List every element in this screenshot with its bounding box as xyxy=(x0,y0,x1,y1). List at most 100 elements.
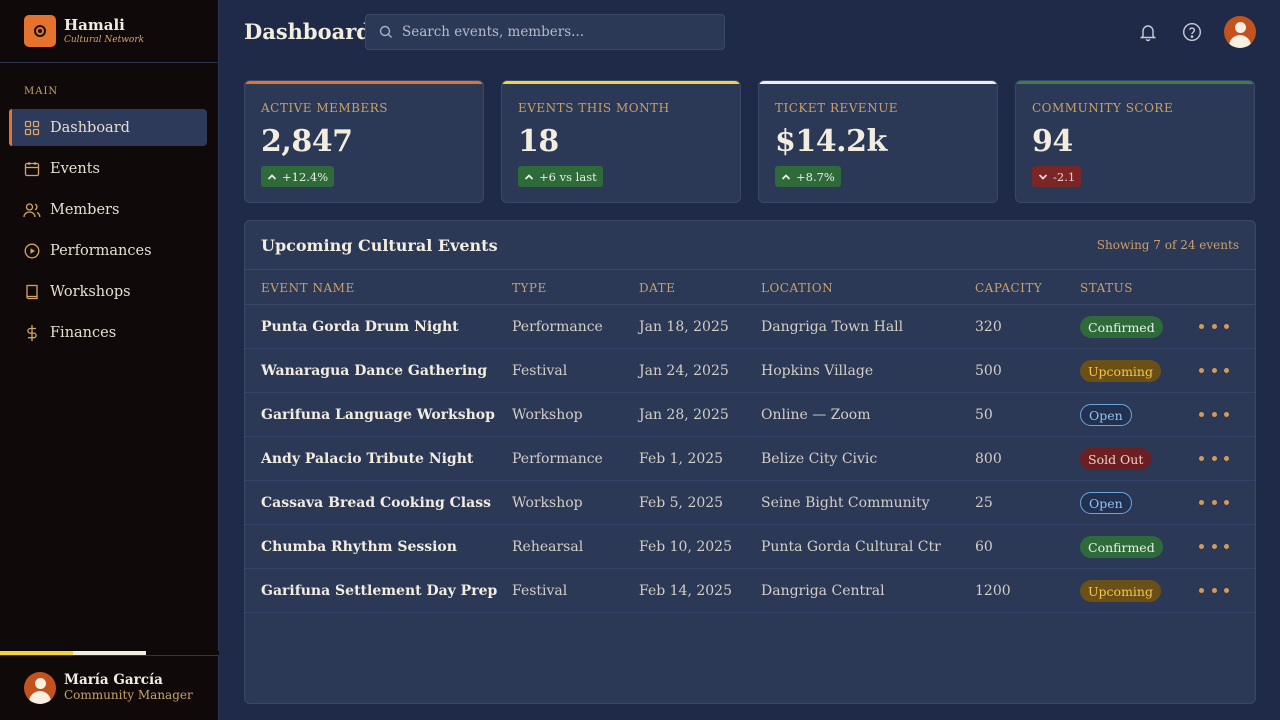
stat-value: 18 xyxy=(518,124,559,159)
stat-delta: +12.4% xyxy=(282,169,329,184)
status-badge: Open xyxy=(1080,492,1132,514)
table-row[interactable]: Andy Palacio Tribute Night Performance F… xyxy=(245,437,1255,481)
event-type: Festival xyxy=(512,583,568,599)
sidebar-item-label: Dashboard xyxy=(50,119,130,136)
sidebar-item-label: Workshops xyxy=(50,283,131,300)
status-badge: Upcoming xyxy=(1080,580,1161,602)
users-icon xyxy=(23,201,41,219)
user-name: María García xyxy=(64,672,163,689)
stat-card-active-members: Active Members 2,847 +12.4% xyxy=(244,80,484,203)
stat-delta: +8.7% xyxy=(796,169,835,184)
sidebar-item-label: Finances xyxy=(50,324,117,341)
brand[interactable]: Hamali Cultural Network xyxy=(0,0,218,63)
header-avatar[interactable] xyxy=(1224,16,1256,48)
card-accent xyxy=(502,81,740,84)
stat-delta-badge: +6 vs last xyxy=(518,166,603,187)
current-user[interactable]: María García Community Manager xyxy=(0,655,219,720)
event-capacity: 25 xyxy=(975,495,993,511)
help-icon[interactable] xyxy=(1181,21,1203,43)
status-badge: Confirmed xyxy=(1080,536,1163,558)
card-accent xyxy=(1016,81,1254,84)
more-actions-icon[interactable] xyxy=(1199,588,1229,594)
status-badge: Confirmed xyxy=(1080,316,1163,338)
event-location: Online — Zoom xyxy=(761,407,871,423)
search-bar[interactable] xyxy=(365,14,725,50)
event-capacity: 1200 xyxy=(975,583,1011,599)
more-actions-icon[interactable] xyxy=(1199,368,1229,374)
sidebar: Hamali Cultural Network MAIN Dashboard E… xyxy=(0,0,219,720)
event-name: Punta Gorda Drum Night xyxy=(261,319,459,335)
sidebar-item-performances[interactable]: Performances xyxy=(9,232,207,269)
more-actions-icon[interactable] xyxy=(1199,324,1229,330)
event-capacity: 60 xyxy=(975,539,993,555)
event-location: Dangriga Town Hall xyxy=(761,319,904,335)
sidebar-item-label: Events xyxy=(50,160,100,177)
event-location: Belize City Civic xyxy=(761,451,878,467)
bell-icon[interactable] xyxy=(1137,21,1159,43)
table-row[interactable]: Cassava Bread Cooking Class Workshop Feb… xyxy=(245,481,1255,525)
table-row[interactable]: Chumba Rhythm Session Rehearsal Feb 10, … xyxy=(245,525,1255,569)
stat-label: Community Score xyxy=(1032,101,1174,115)
table-row[interactable]: Garifuna Settlement Day Prep Festival Fe… xyxy=(245,569,1255,613)
event-capacity: 50 xyxy=(975,407,993,423)
column-header-date[interactable]: Date xyxy=(639,281,675,295)
stat-delta: +6 vs last xyxy=(539,169,597,184)
sidebar-item-finances[interactable]: Finances xyxy=(9,314,207,351)
card-accent xyxy=(759,81,997,84)
sidebar-item-dashboard[interactable]: Dashboard xyxy=(9,109,207,146)
sidebar-item-workshops[interactable]: Workshops xyxy=(9,273,207,310)
stat-label: Active Members xyxy=(261,101,388,115)
event-type: Workshop xyxy=(512,495,583,511)
stat-card-community-score: Community Score 94 -2.1 xyxy=(1015,80,1255,203)
events-panel: Upcoming Cultural Events Showing 7 of 24… xyxy=(244,220,1256,704)
event-name: Wanaragua Dance Gathering xyxy=(261,363,488,379)
play-circle-icon xyxy=(23,242,41,260)
table-body: Punta Gorda Drum Night Performance Jan 1… xyxy=(245,305,1255,613)
event-capacity: 800 xyxy=(975,451,1002,467)
stat-value: 94 xyxy=(1032,124,1073,159)
event-type: Performance xyxy=(512,451,603,467)
event-type: Rehearsal xyxy=(512,539,584,555)
sidebar-nav: Dashboard Events Members Performances Wo… xyxy=(9,109,207,355)
user-role: Community Manager xyxy=(64,687,193,702)
column-header-type[interactable]: Type xyxy=(512,281,547,295)
column-header-event-name[interactable]: Event Name xyxy=(261,281,355,295)
event-date: Jan 24, 2025 xyxy=(639,363,729,379)
table-row[interactable]: Punta Gorda Drum Night Performance Jan 1… xyxy=(245,305,1255,349)
page-title: Dashboard xyxy=(244,19,371,44)
panel-title: Upcoming Cultural Events xyxy=(261,236,498,255)
status-badge: Open xyxy=(1080,404,1132,426)
more-actions-icon[interactable] xyxy=(1199,456,1229,462)
arrow-up-icon xyxy=(267,172,277,182)
stat-delta: -2.1 xyxy=(1053,169,1076,184)
event-name: Cassava Bread Cooking Class xyxy=(261,495,491,511)
more-actions-icon[interactable] xyxy=(1199,412,1229,418)
stat-label: Ticket Revenue xyxy=(775,101,899,115)
event-type: Festival xyxy=(512,363,568,379)
column-header-capacity[interactable]: Capacity xyxy=(975,281,1042,295)
event-location: Hopkins Village xyxy=(761,363,874,379)
table-header: Event Name Type Date Location Capacity S… xyxy=(245,270,1255,305)
sidebar-item-label: Performances xyxy=(50,242,152,259)
sidebar-item-events[interactable]: Events xyxy=(9,150,207,187)
event-date: Jan 18, 2025 xyxy=(639,319,729,335)
stat-card-events-this-month: Events This Month 18 +6 vs last xyxy=(501,80,741,203)
stat-delta-badge: -2.1 xyxy=(1032,166,1082,187)
table-row[interactable]: Wanaragua Dance Gathering Festival Jan 2… xyxy=(245,349,1255,393)
more-actions-icon[interactable] xyxy=(1199,500,1229,506)
arrow-up-icon xyxy=(781,172,791,182)
stat-value: 2,847 xyxy=(261,124,353,159)
sidebar-item-members[interactable]: Members xyxy=(9,191,207,228)
table-row[interactable]: Garifuna Language Workshop Workshop Jan … xyxy=(245,393,1255,437)
calendar-icon xyxy=(23,160,41,178)
brand-logo-icon xyxy=(24,15,56,47)
column-header-status[interactable]: Status xyxy=(1080,281,1133,295)
column-header-location[interactable]: Location xyxy=(761,281,833,295)
event-date: Feb 10, 2025 xyxy=(639,539,732,555)
dollar-icon xyxy=(23,324,41,342)
stat-value: $14.2k xyxy=(775,124,887,159)
arrow-up-icon xyxy=(524,172,534,182)
more-actions-icon[interactable] xyxy=(1199,544,1229,550)
stat-delta-badge: +8.7% xyxy=(775,166,841,187)
search-input[interactable] xyxy=(402,24,702,40)
